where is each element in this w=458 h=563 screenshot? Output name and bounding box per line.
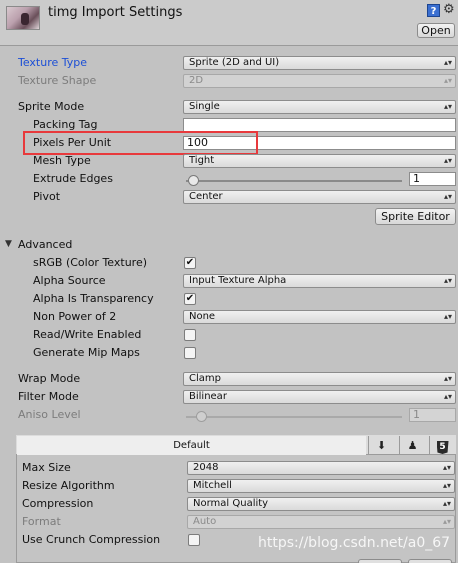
texture-thumbnail [6,6,40,30]
filter-mode-value: Bilinear [189,391,227,402]
format-label: Format [22,515,61,528]
texture-shape-value: 2D [189,75,204,86]
wrap-mode-dropdown[interactable]: Clamp ▴▾ [183,372,456,386]
pivot-label: Pivot [33,190,61,203]
format-dropdown[interactable]: Auto ▴▾ [187,515,455,529]
dropdown-arrow-icon: ▴▾ [443,192,452,201]
compression-label: Compression [22,497,94,510]
generate-mip-maps-label: Generate Mip Maps [33,346,140,359]
resize-algorithm-value: Mitchell [193,480,232,491]
srgb-label: sRGB (Color Texture) [33,256,148,269]
read-write-enabled-checkbox[interactable] [184,329,196,341]
dropdown-arrow-icon: ▴▾ [443,374,452,383]
annotation-highlight-box [23,131,258,155]
tab-default[interactable]: Default [17,436,366,455]
sprite-editor-button[interactable]: Sprite Editor [375,208,456,225]
alpha-is-transparency-checkbox[interactable]: ✔ [184,293,196,305]
filter-mode-label: Filter Mode [18,390,79,403]
texture-type-dropdown[interactable]: Sprite (2D and UI) ▴▾ [183,56,456,70]
alpha-is-transparency-label: Alpha Is Transparency [33,292,154,305]
foldout-arrow-icon[interactable]: ▼ [5,239,12,249]
gear-icon[interactable]: ⚙ [443,2,455,17]
dropdown-arrow-icon: ▴▾ [442,499,451,508]
non-power-of-2-label: Non Power of 2 [33,310,117,323]
max-size-dropdown[interactable]: 2048 ▴▾ [187,461,455,475]
dropdown-arrow-icon: ▴▾ [442,463,451,472]
use-crunch-compression-checkbox[interactable] [188,534,200,546]
dropdown-arrow-icon: ▴▾ [443,76,452,85]
download-icon[interactable]: ⬇ [368,436,394,455]
window-title: timg Import Settings [48,5,183,20]
mesh-type-label: Mesh Type [33,154,91,167]
dropdown-arrow-icon: ▴▾ [442,481,451,490]
compression-value: Normal Quality [193,498,269,509]
extrude-edges-slider-track[interactable] [186,180,402,182]
extrude-edges-input[interactable]: 1 [409,172,456,186]
html5-icon: 5 [436,441,449,454]
apply-button[interactable] [408,559,452,563]
mesh-type-dropdown[interactable]: Tight ▴▾ [183,154,456,168]
help-icon[interactable]: ? [427,4,440,17]
format-value: Auto [193,516,217,527]
dropdown-arrow-icon: ▴▾ [443,156,452,165]
dropdown-arrow-icon: ▴▾ [443,312,452,321]
pivot-dropdown[interactable]: Center ▴▾ [183,190,456,204]
srgb-checkbox[interactable]: ✔ [184,257,196,269]
alpha-source-value: Input Texture Alpha [189,275,287,286]
texture-shape-label: Texture Shape [18,74,97,87]
advanced-foldout-label[interactable]: Advanced [18,238,72,251]
wrap-mode-label: Wrap Mode [18,372,81,385]
texture-type-label: Texture Type [18,56,88,69]
filter-mode-dropdown[interactable]: Bilinear ▴▾ [183,390,456,404]
alpha-source-label: Alpha Source [33,274,106,287]
mesh-type-value: Tight [189,155,215,166]
watermark-text: https://blog.csdn.net/a0_67 [258,535,451,551]
sprite-mode-value: Single [189,101,220,112]
non-power-of-2-value: None [189,311,216,322]
wrap-mode-value: Clamp [189,373,221,384]
use-crunch-compression-label: Use Crunch Compression [22,533,161,546]
packing-tag-label: Packing Tag [33,118,98,131]
max-size-value: 2048 [193,462,219,473]
aniso-level-slider-track[interactable] [186,416,402,418]
dropdown-arrow-icon: ▴▾ [442,517,451,526]
extrude-edges-slider-handle[interactable] [188,175,199,186]
aniso-level-label: Aniso Level [18,408,81,421]
aniso-level-input[interactable]: 1 [409,408,456,422]
dropdown-arrow-icon: ▴▾ [443,276,452,285]
html5-tab[interactable]: 5 [429,436,455,455]
dropdown-arrow-icon: ▴▾ [443,102,452,111]
open-button[interactable]: Open [417,23,455,38]
revert-button[interactable] [358,559,402,563]
resize-algorithm-dropdown[interactable]: Mitchell ▴▾ [187,479,455,493]
sprite-mode-dropdown[interactable]: Single ▴▾ [183,100,456,114]
extrude-edges-label: Extrude Edges [33,172,113,185]
dropdown-arrow-icon: ▴▾ [443,392,452,401]
aniso-level-slider-handle[interactable] [196,411,207,422]
dropdown-arrow-icon: ▴▾ [443,58,452,67]
compression-dropdown[interactable]: Normal Quality ▴▾ [187,497,455,511]
pivot-value: Center [189,191,223,202]
generate-mip-maps-checkbox[interactable] [184,347,196,359]
packing-tag-input[interactable] [183,118,456,132]
max-size-label: Max Size [22,461,71,474]
sprite-mode-label: Sprite Mode [18,100,85,113]
resize-algorithm-label: Resize Algorithm [22,479,115,492]
alpha-source-dropdown[interactable]: Input Texture Alpha ▴▾ [183,274,456,288]
android-icon[interactable]: ♟ [399,436,425,455]
texture-shape-dropdown[interactable]: 2D ▴▾ [183,74,456,88]
non-power-of-2-dropdown[interactable]: None ▴▾ [183,310,456,324]
read-write-enabled-label: Read/Write Enabled [33,328,142,341]
texture-type-value: Sprite (2D and UI) [189,57,280,68]
